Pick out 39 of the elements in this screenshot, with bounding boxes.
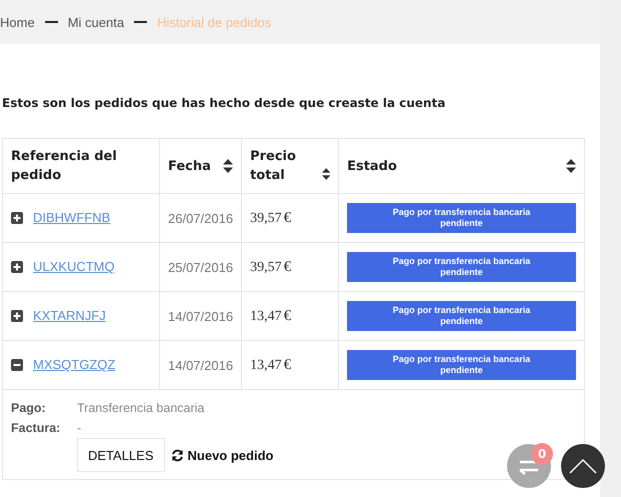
status-label: Pago por transferencia bancaria pendiente [347,350,576,380]
order-reference-link[interactable]: MXSQTGZQZ [33,357,116,372]
refresh-icon [170,448,184,462]
expand-toggle-icon[interactable] [11,212,23,224]
count-badge: 0 [531,443,553,465]
separator-icon [44,21,58,23]
column-header[interactable]: Estado [338,138,584,194]
price-cell: 39,57€ [242,242,339,292]
breadcrumb-link[interactable]: Mi cuenta [68,14,124,30]
order-reference-link[interactable]: ULXKUCTMQ [33,259,115,274]
column-header[interactable]: Fecha [160,138,242,194]
column-header: Referencia del pedido [2,138,160,194]
breadcrumb-link[interactable]: Home [0,14,35,30]
field-label: Factura: [11,420,62,437]
price-cell: 13,47€ [242,292,339,340]
order-reference-link[interactable]: KXTARNJFJ [33,308,106,323]
price-cell: 39,57€ [242,194,339,242]
column-header[interactable]: Precio total [242,138,339,194]
date-cell: 14/07/2016 [160,292,242,340]
expand-toggle-icon[interactable] [11,310,23,322]
status-label: Pago por transferencia bancaria pendiente [347,301,576,331]
field-value: - [77,420,82,437]
price-cell: 13,47€ [242,340,339,390]
date-cell: 14/07/2016 [160,340,242,390]
scroll-top-button[interactable] [561,444,605,488]
details-button[interactable]: DETALLES [77,438,165,472]
separator-icon [134,21,148,23]
page-heading: Estos son los pedidos que has hecho desde que creaste la cuenta [2,96,446,110]
reorder-link[interactable]: Nuevo pedido [170,448,274,462]
order-reference-link[interactable]: DIBHWFFNB [33,210,110,225]
field-label: Pago: [11,400,47,417]
date-cell: 26/07/2016 [160,194,242,242]
expand-toggle-icon[interactable] [11,359,23,372]
date-cell: 25/07/2016 [160,242,242,292]
status-label: Pago por transferencia bancaria pendiente [347,203,576,233]
expand-toggle-icon[interactable] [11,261,23,274]
status-label: Pago por transferencia bancaria pendiente [347,252,576,282]
chevron-up-icon [569,458,597,474]
field-value: Transferencia bancaria [77,400,204,417]
